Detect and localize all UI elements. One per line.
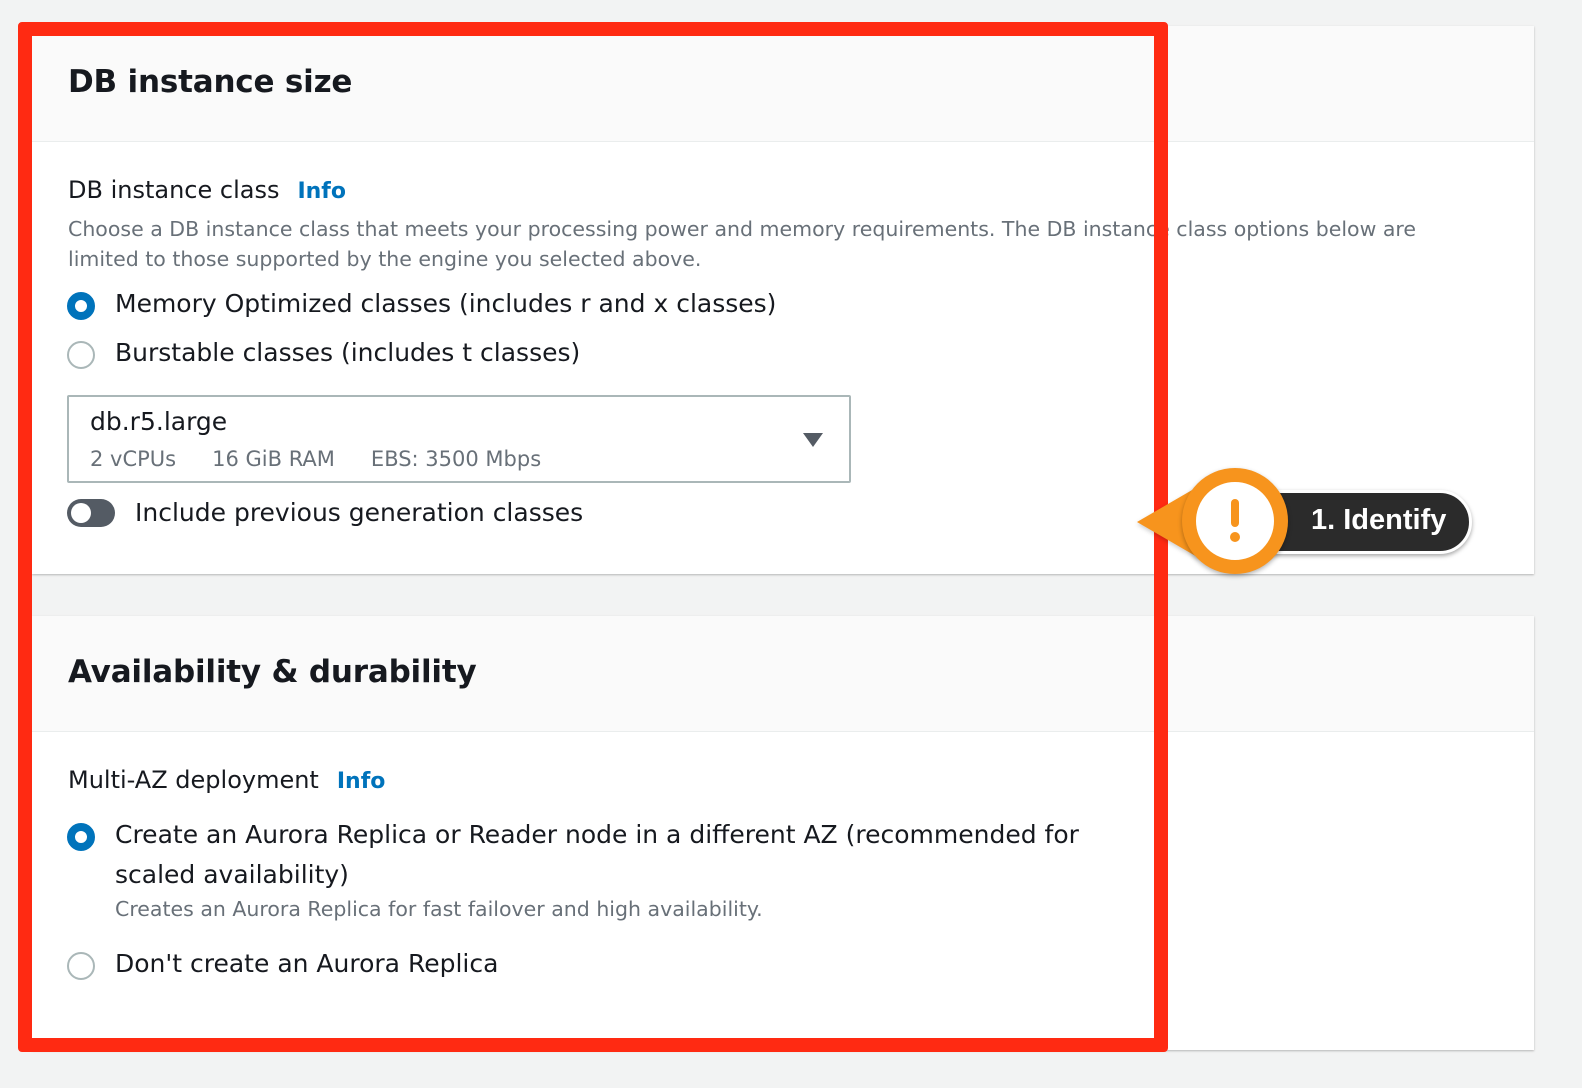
- panel-title: Availability & durability: [68, 654, 477, 690]
- radio-button[interactable]: [67, 341, 95, 369]
- radio-memory-optimized[interactable]: Memory Optimized classes (includes r and…: [67, 289, 776, 324]
- panel-title: DB instance size: [68, 64, 353, 100]
- caret-down-icon[interactable]: [803, 433, 823, 447]
- ebs-tag: EBS: 3500 Mbps: [370, 447, 542, 471]
- radio-button[interactable]: [67, 952, 95, 980]
- radio-description: Creates an Aurora Replica for fast failo…: [115, 897, 763, 921]
- exclamation-icon: [1196, 482, 1274, 560]
- multi-az-label: Multi-AZ deployment Info: [68, 766, 385, 794]
- previous-generation-toggle-row[interactable]: Include previous generation classes: [67, 498, 583, 527]
- toggle-label: Include previous generation classes: [135, 498, 584, 527]
- panel-header: Availability & durability: [32, 616, 1534, 732]
- radio-label: Don't create an Aurora Replica: [115, 949, 499, 978]
- select-value: db.r5.large: [90, 407, 228, 436]
- field-description: Choose a DB instance class that meets yo…: [68, 217, 1417, 271]
- callout-label: 1. Identify: [1311, 504, 1447, 536]
- db-instance-class-label: DB instance class Info: [68, 176, 346, 204]
- radio-text-block: Create an Aurora Replica or Reader node …: [115, 815, 1087, 923]
- radio-label: Create an Aurora Replica or Reader node …: [115, 820, 1079, 889]
- availability-durability-panel: Availability & durability Multi-AZ deplo…: [32, 616, 1534, 1050]
- radio-label: Memory Optimized classes (includes r and…: [115, 289, 777, 318]
- radio-create-replica[interactable]: Create an Aurora Replica or Reader node …: [67, 820, 1087, 923]
- radio-button-checked[interactable]: [67, 292, 95, 320]
- info-link[interactable]: Info: [297, 179, 346, 204]
- callout-badge: [1182, 468, 1288, 574]
- radio-button-checked[interactable]: [67, 823, 95, 851]
- radio-burstable[interactable]: Burstable classes (includes t classes): [67, 338, 580, 373]
- toggle-knob: [71, 502, 91, 523]
- field-label-text: Multi-AZ deployment: [68, 766, 319, 794]
- toggle-switch[interactable]: [67, 498, 115, 527]
- info-link[interactable]: Info: [337, 769, 386, 794]
- select-meta: 2 vCPUs 16 GiB RAM EBS: 3500 Mbps: [90, 447, 577, 471]
- panel-header: DB instance size: [32, 26, 1534, 142]
- vcpus-tag: 2 vCPUs: [90, 447, 177, 471]
- radio-label: Burstable classes (includes t classes): [115, 338, 581, 367]
- field-label-text: DB instance class: [68, 176, 280, 204]
- ram-tag: 16 GiB RAM: [212, 447, 335, 471]
- radio-no-replica[interactable]: Don't create an Aurora Replica: [67, 949, 498, 984]
- instance-class-select[interactable]: db.r5.large 2 vCPUs 16 GiB RAM EBS: 3500 M…: [67, 395, 851, 483]
